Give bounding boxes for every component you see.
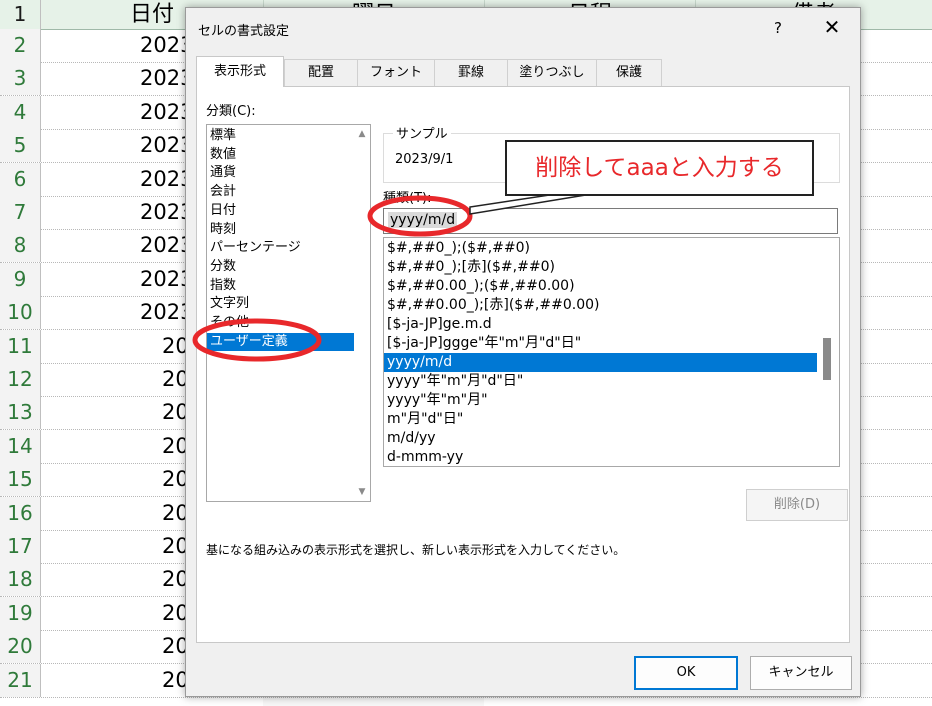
row-number[interactable]: 8 bbox=[0, 229, 41, 263]
row-number[interactable]: 21 bbox=[0, 663, 41, 697]
format-item[interactable]: $#,##0_);($#,##0) bbox=[384, 239, 817, 258]
row-number[interactable]: 7 bbox=[0, 196, 41, 229]
format-item[interactable]: m"月"d"日" bbox=[384, 410, 817, 429]
cancel-button[interactable]: キャンセル bbox=[750, 656, 852, 690]
format-item[interactable]: $#,##0.00_);[赤]($#,##0.00) bbox=[384, 296, 817, 315]
category-item[interactable]: 通貨 bbox=[207, 164, 356, 182]
format-item[interactable]: [$-ja-JP]ge.m.d bbox=[384, 315, 817, 334]
category-item[interactable]: 標準 bbox=[207, 127, 356, 145]
format-list[interactable]: $#,##0_);($#,##0) $#,##0_);[赤]($#,##0) $#,… bbox=[383, 237, 840, 467]
sample-label: サンプル bbox=[393, 123, 451, 142]
tab-protection[interactable]: 保護 bbox=[596, 59, 662, 86]
ok-button[interactable]: OK bbox=[634, 656, 738, 690]
callout-label: 削除してaaaと入力する bbox=[505, 140, 814, 196]
row-number[interactable]: 14 bbox=[0, 429, 41, 463]
row-number[interactable]: 15 bbox=[0, 463, 41, 497]
row-number[interactable]: 13 bbox=[0, 396, 41, 430]
sample-value: 2023/9/1 bbox=[395, 152, 454, 167]
row-number[interactable]: 10 bbox=[0, 296, 41, 330]
help-button[interactable]: ? bbox=[764, 14, 792, 42]
category-item[interactable]: 分数 bbox=[207, 258, 356, 276]
dialog-title: セルの書式設定 bbox=[198, 24, 290, 39]
scroll-down-icon[interactable]: ▼ bbox=[354, 487, 370, 497]
format-item[interactable]: m/d/yy bbox=[384, 429, 817, 448]
format-item[interactable]: d-mmm-yy bbox=[384, 448, 817, 466]
category-item[interactable]: 文字列 bbox=[207, 295, 356, 313]
category-label: 分類(C): bbox=[206, 104, 256, 119]
tab-number-format[interactable]: 表示形式 bbox=[196, 56, 284, 87]
tab-border[interactable]: 罫線 bbox=[434, 59, 508, 86]
row-number[interactable]: 20 bbox=[0, 630, 41, 664]
row-number-1[interactable]: 1 bbox=[0, 0, 41, 29]
format-item[interactable]: yyyy/m/d bbox=[384, 353, 817, 372]
scroll-up-icon[interactable]: ▲ bbox=[354, 129, 370, 139]
category-item[interactable]: その他 bbox=[207, 314, 356, 332]
category-item[interactable]: 会計 bbox=[207, 183, 356, 201]
format-cells-dialog: セルの書式設定 ? ✕ 表示形式 配置 フォント 罫線 塗りつぶし 保護 分類(… bbox=[185, 7, 861, 697]
category-scrollbar[interactable]: ▲ ▼ bbox=[354, 125, 370, 501]
format-item[interactable]: yyyy"年"m"月" bbox=[384, 391, 817, 410]
row-number[interactable]: 6 bbox=[0, 162, 41, 196]
row-number[interactable]: 5 bbox=[0, 129, 41, 163]
row-number[interactable]: 17 bbox=[0, 530, 41, 563]
row-number[interactable]: 18 bbox=[0, 563, 41, 597]
category-item[interactable]: 指数 bbox=[207, 277, 356, 295]
tab-alignment[interactable]: 配置 bbox=[284, 59, 358, 86]
category-item[interactable]: 時刻 bbox=[207, 221, 356, 239]
row-number[interactable]: 4 bbox=[0, 95, 41, 129]
category-item[interactable]: 日付 bbox=[207, 202, 356, 220]
format-item[interactable]: $#,##0.00_);($#,##0.00) bbox=[384, 277, 817, 296]
tab-fill[interactable]: 塗りつぶし bbox=[507, 59, 597, 86]
type-input[interactable]: yyyy/m/d bbox=[383, 208, 838, 234]
format-item[interactable]: [$-ja-JP]ggge"年"m"月"d"日" bbox=[384, 334, 817, 353]
type-label: 種類(T): bbox=[383, 191, 432, 206]
row-number[interactable]: 3 bbox=[0, 62, 41, 96]
format-scroll-thumb[interactable] bbox=[823, 338, 831, 380]
close-button[interactable]: ✕ bbox=[816, 12, 848, 42]
row-number[interactable]: 11 bbox=[0, 329, 41, 363]
row-number[interactable]: 2 bbox=[0, 29, 41, 62]
row-number[interactable]: 9 bbox=[0, 262, 41, 296]
format-item[interactable]: $#,##0_);[赤]($#,##0) bbox=[384, 258, 817, 277]
category-item[interactable]: パーセンテージ bbox=[207, 239, 356, 257]
tab-font[interactable]: フォント bbox=[357, 59, 435, 86]
delete-button[interactable]: 削除(D) bbox=[746, 489, 848, 521]
category-item[interactable]: ユーザー定義 bbox=[207, 332, 356, 351]
row-number[interactable]: 12 bbox=[0, 363, 41, 396]
row-number[interactable]: 19 bbox=[0, 596, 41, 630]
hint-text: 基になる組み込みの表示形式を選択し、新しい表示形式を入力してください。 bbox=[206, 543, 626, 557]
category-item[interactable]: 数値 bbox=[207, 146, 356, 164]
type-input-value: yyyy/m/d bbox=[388, 212, 458, 228]
format-scrollbar[interactable] bbox=[819, 238, 839, 466]
category-list[interactable]: 標準 数値 通貨 会計 日付 時刻 パーセンテージ 分数 指数 文字列 その他 ユーザー定義 ▲ ▼ bbox=[206, 124, 371, 502]
row-number[interactable]: 16 bbox=[0, 496, 41, 530]
format-item[interactable]: yyyy"年"m"月"d"日" bbox=[384, 372, 817, 391]
